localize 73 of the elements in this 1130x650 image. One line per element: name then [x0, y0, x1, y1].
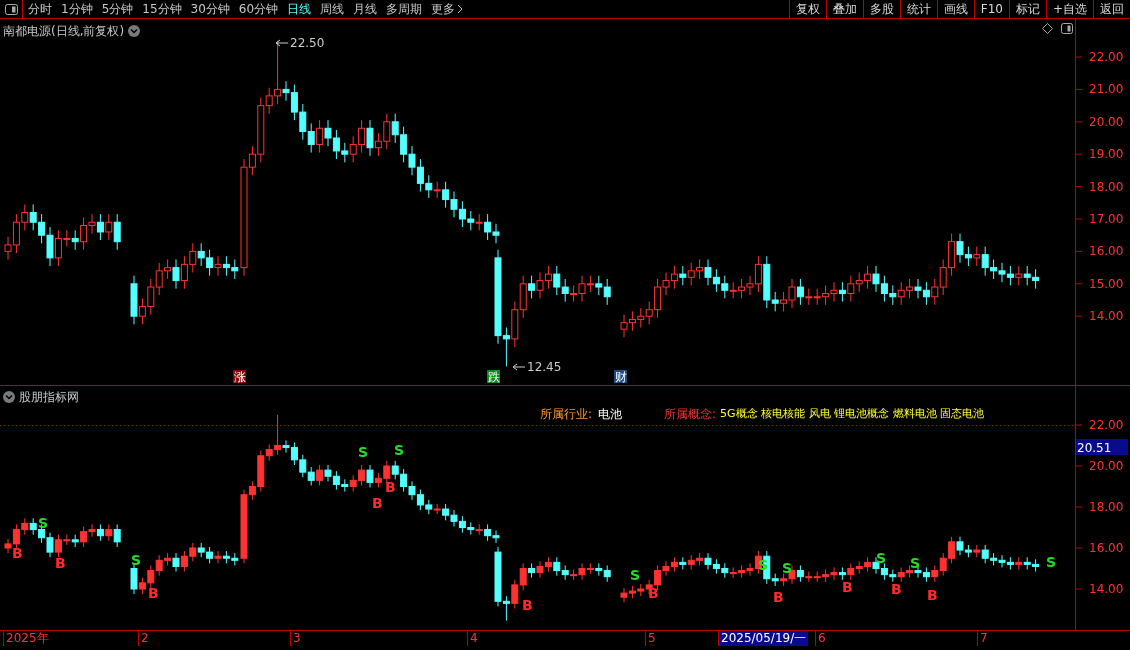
concept-label: 所属概念: [664, 406, 717, 423]
period-tab[interactable]: 60分钟 [238, 3, 279, 15]
price-axis-label: 16.00 [1089, 541, 1124, 555]
sell-signal: S [38, 515, 49, 531]
toolbar-button[interactable]: 标记 [1008, 0, 1046, 18]
event-badge[interactable]: 涨 [233, 370, 246, 384]
price-axis-label: 22.00 [1089, 418, 1124, 432]
toolbar-button[interactable]: 复权 [788, 0, 826, 18]
time-axis-label: 3 [290, 631, 303, 646]
toolbar-button[interactable]: 返回 [1093, 0, 1130, 18]
price-axis-label: 19.00 [1089, 147, 1124, 162]
buy-signal: B [148, 585, 159, 601]
sell-signal: S [131, 552, 142, 568]
time-axis-label: 2025/05/19/一 [718, 631, 809, 646]
period-tab[interactable]: 分时 [28, 3, 52, 15]
period-tab[interactable]: 30分钟 [190, 3, 230, 15]
event-badge[interactable]: 跌 [487, 370, 500, 384]
event-badge[interactable]: 财 [614, 370, 627, 384]
sell-signal: S [1046, 554, 1057, 570]
sell-signal: S [358, 444, 369, 460]
buy-signal: B [891, 581, 902, 597]
period-tab[interactable]: 15分钟 [142, 3, 182, 15]
period-tab[interactable]: 更多 [431, 3, 464, 15]
price-axis-label: 21.00 [1089, 82, 1124, 97]
buy-signal: B [773, 589, 784, 605]
toolbar-button[interactable]: 画线 [936, 0, 974, 18]
sell-signal: S [394, 442, 405, 458]
buy-signal: B [385, 479, 396, 495]
buy-signal: B [372, 495, 383, 511]
time-axis-label: 4 [467, 631, 480, 646]
price-axis-label: 18.00 [1089, 179, 1124, 194]
sell-signal: S [782, 560, 793, 576]
industry-label: 所属行业: [540, 406, 593, 423]
toolbar-button[interactable]: 统计 [899, 0, 937, 18]
concept-value: 5G概念 核电核能 风电 锂电池概念 燃料电池 固态电池 [720, 405, 985, 422]
chart-title: 南都电源(日线,前复权) [3, 23, 125, 40]
time-axis-label: 5 [645, 631, 658, 646]
toolbar-button[interactable]: +自选 [1045, 0, 1093, 18]
time-axis-label: 2025年 [3, 631, 51, 646]
buy-signal: B [12, 545, 23, 561]
period-tab[interactable]: 5分钟 [101, 3, 134, 15]
sell-signal: S [630, 567, 641, 583]
period-tab[interactable]: 多周期 [386, 3, 423, 15]
time-axis-label: 7 [977, 631, 990, 646]
sell-signal: S [876, 550, 887, 566]
price-axis-label: 15.00 [1089, 276, 1124, 291]
price-axis-label: 22.00 [1089, 50, 1124, 64]
price-axis-label: 20.00 [1089, 459, 1124, 473]
price-axis-label: 20.00 [1089, 114, 1124, 129]
buy-signal: B [927, 587, 938, 603]
toolbar-button[interactable]: F10 [973, 0, 1009, 18]
toolbar-button[interactable]: 多股 [862, 0, 900, 18]
time-axis-label: 6 [815, 631, 828, 646]
buy-signal: B [842, 579, 853, 595]
industry-value: 电池 [598, 406, 623, 423]
period-tab[interactable]: 1分钟 [61, 3, 93, 15]
price-axis-label: 18.00 [1089, 500, 1124, 514]
price-axis-label: 14.00 [1089, 582, 1124, 596]
buy-signal: B [522, 597, 533, 613]
price-axis-label: 17.00 [1089, 212, 1124, 226]
price-axis-label: 16.00 [1089, 244, 1124, 259]
toolbar-button[interactable]: 叠加 [825, 0, 863, 18]
sell-signal: S [910, 555, 921, 571]
buy-signal: B [648, 585, 659, 601]
price-axis-label: 14.00 [1089, 309, 1124, 324]
buy-signal: B [55, 555, 66, 571]
sell-signal: S [758, 557, 769, 573]
indicator-title: 股朋指标网 [19, 389, 79, 406]
time-axis-label: 2 [138, 631, 151, 646]
period-tab[interactable]: 日线 [287, 3, 312, 15]
period-tab[interactable]: 周线 [320, 3, 345, 15]
current-price-tag: 20.51 [1076, 439, 1128, 455]
period-tab[interactable]: 月线 [353, 3, 378, 15]
